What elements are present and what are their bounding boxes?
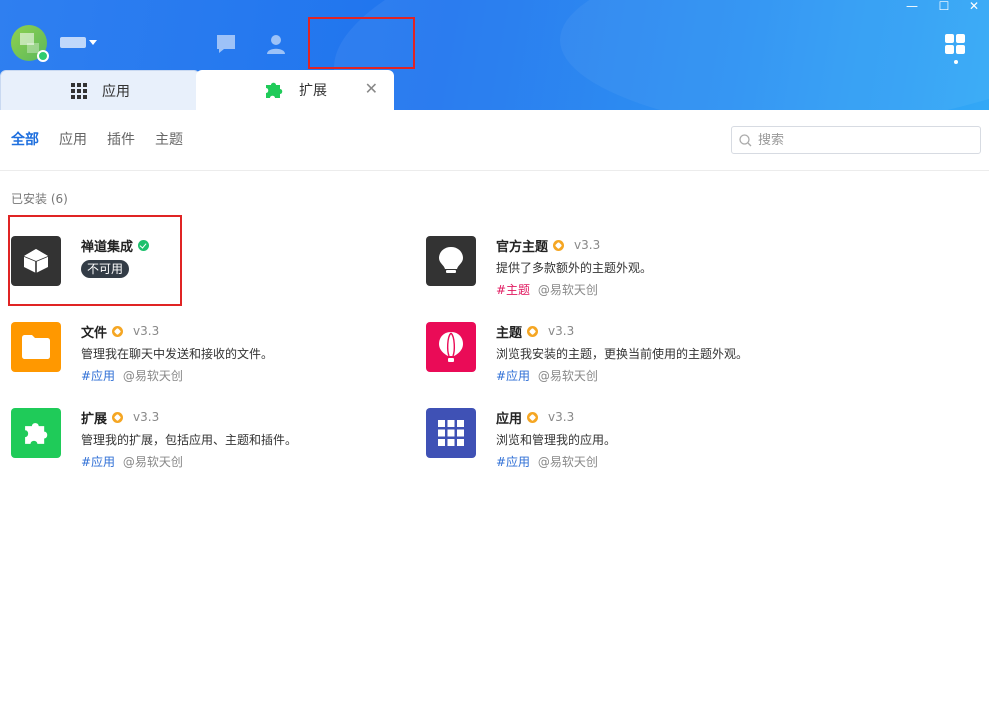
search-input[interactable] [758,132,968,148]
category-filters: 全部 应用 插件 主题 [11,130,203,150]
extension-tag[interactable]: #应用 [496,369,530,383]
official-badge-icon [527,325,539,337]
extension-version: v3.3 [574,238,601,252]
tab-extensions[interactable]: 扩展 ✕ [196,70,394,110]
extension-version: v3.3 [548,324,575,338]
extension-description: 浏览和管理我的应用。 [496,433,617,447]
online-status-badge [37,50,49,62]
tab-label: 扩展 [299,83,327,99]
grid-icon [426,408,476,458]
extension-name: 应用 [496,411,523,427]
extension-description: 管理我的扩展，包括应用、主题和插件。 [81,433,298,447]
extension-version: v3.3 [133,324,160,338]
extension-author: @易软天创 [537,283,598,297]
official-badge-icon [112,325,124,337]
highlight-box [8,215,182,306]
extension-tag[interactable]: #应用 [81,455,115,469]
extension-name: 官方主题 [496,239,549,255]
user-icon[interactable] [265,33,287,55]
extension-description: 浏览我安装的主题，更换当前使用的主题外观。 [496,347,749,361]
extension-author: @易软天创 [537,369,598,383]
puzzle-icon [11,408,61,458]
extension-name: 扩展 [81,411,108,427]
divider [0,170,989,171]
username-redacted[interactable] [60,37,86,48]
chat-icon[interactable] [215,33,237,55]
extension-item-theme[interactable]: 主题 v3.3 浏览我安装的主题，更换当前使用的主题外观。 #应用 @易软天创 [426,322,806,392]
extension-author: @易软天创 [537,455,598,469]
extension-author: @易软天创 [122,455,183,469]
extension-name: 主题 [496,325,523,341]
installed-section-title: 已安装 (6) [11,192,68,206]
extension-description: 提供了多款额外的主题外观。 [496,261,653,275]
notification-dot [954,60,958,64]
extension-author: @易软天创 [122,369,183,383]
close-icon[interactable]: ✕ [365,81,378,97]
lightbulb-icon [426,236,476,286]
filter-apps[interactable]: 应用 [59,130,87,150]
extension-version: v3.3 [133,410,160,424]
highlight-box [308,17,415,69]
extension-body: 官方主题 v3.3 提供了多款额外的主题外观。 #主题 @易软天创 [496,236,652,298]
tab-label: 应用 [102,83,130,100]
minimize-button[interactable]: — [904,0,920,13]
extension-version: v3.3 [548,410,575,424]
official-badge-icon [527,411,539,423]
extension-tag[interactable]: #主题 [496,283,530,297]
chevron-down-icon[interactable] [89,40,97,45]
search-icon [739,133,752,146]
filter-all[interactable]: 全部 [11,130,39,150]
header-decoration [560,0,989,110]
extension-body: 扩展 v3.3 管理我的扩展，包括应用、主题和插件。 #应用 @易软天创 [81,408,297,470]
extension-body: 应用 v3.3 浏览和管理我的应用。 #应用 @易软天创 [496,408,616,470]
extension-item-official-theme[interactable]: 官方主题 v3.3 提供了多款额外的主题外观。 #主题 @易软天创 [426,236,806,306]
extension-name: 文件 [81,325,108,341]
official-badge-icon [553,239,565,251]
filter-plugins[interactable]: 插件 [107,130,135,150]
official-badge-icon [112,411,124,423]
close-window-button[interactable]: ✕ [966,0,982,13]
extension-item-apps[interactable]: 应用 v3.3 浏览和管理我的应用。 #应用 @易软天创 [426,408,806,478]
search-box[interactable] [731,126,981,154]
extension-item-files[interactable]: 文件 v3.3 管理我在聊天中发送和接收的文件。 #应用 @易软天创 [11,322,391,392]
balloon-icon [426,322,476,372]
extension-item-extensions[interactable]: 扩展 v3.3 管理我的扩展，包括应用、主题和插件。 #应用 @易软天创 [11,408,391,478]
extension-body: 文件 v3.3 管理我在聊天中发送和接收的文件。 #应用 @易软天创 [81,322,273,384]
puzzle-icon [266,82,283,98]
extension-tag[interactable]: #应用 [496,455,530,469]
tab-apps[interactable]: 应用 [0,70,200,110]
grid-icon [71,82,87,99]
extension-body: 主题 v3.3 浏览我安装的主题，更换当前使用的主题外观。 #应用 @易软天创 [496,322,748,384]
extension-description: 管理我在聊天中发送和接收的文件。 [81,347,274,361]
apps-grid-icon[interactable] [945,34,967,56]
extension-tag[interactable]: #应用 [81,369,115,383]
filter-themes[interactable]: 主题 [155,130,183,150]
folder-icon [11,322,61,372]
maximize-button[interactable]: ☐ [936,0,952,13]
app-header: — ☐ ✕ 应用 扩展 ✕ [0,0,989,110]
